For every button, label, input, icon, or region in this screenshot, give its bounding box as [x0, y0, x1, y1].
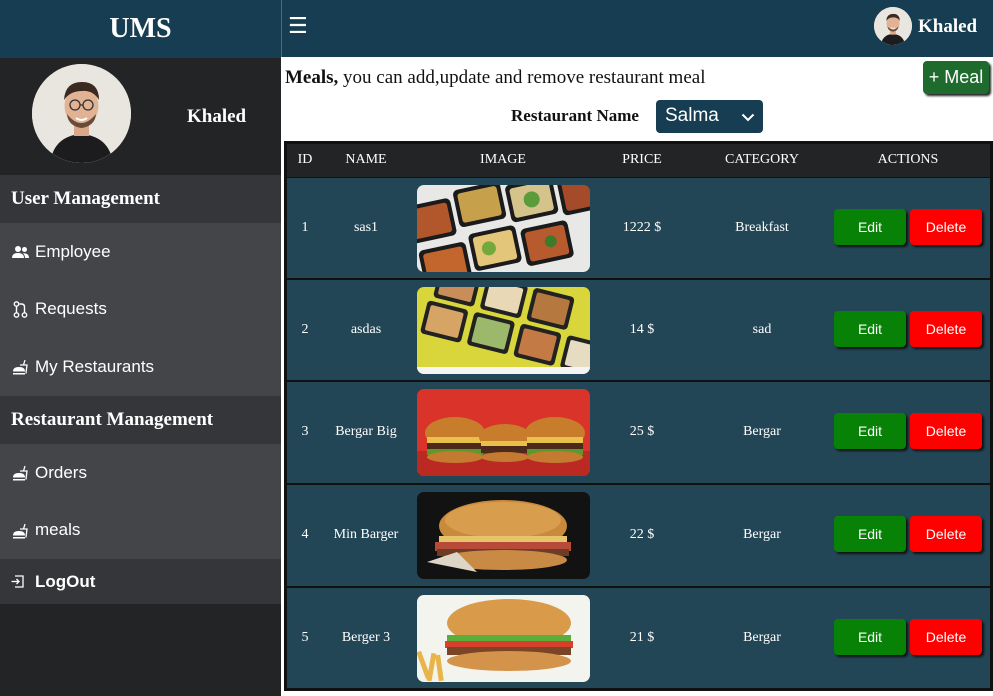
sidebar-item-meals[interactable]: meals [0, 502, 281, 560]
cell-id: 2 [301, 322, 309, 337]
people-icon [11, 243, 29, 261]
table-row: 1 sas1 1222 $ Breakfast Edit Delete [287, 178, 990, 278]
logout-icon [11, 574, 27, 590]
nav-restaurant-management: Orders meals [0, 444, 281, 559]
sidebar: UMS Khaled User Management Employee Requ… [0, 0, 281, 696]
nav-user-management: Employee Requests My Restaurants [0, 223, 281, 396]
meal-image [416, 491, 590, 579]
section-restaurant-management: Restaurant Management [0, 396, 281, 444]
column-header-image: IMAGE [480, 152, 526, 167]
sidebar-item-label: My Restaurants [35, 356, 155, 376]
edit-button[interactable]: Edit [834, 209, 906, 245]
sidebar-item-label: meals [35, 520, 81, 540]
cell-image [413, 178, 593, 278]
meal-image [416, 388, 590, 476]
column-header-actions: ACTIONS [877, 152, 939, 167]
table-row: 4 Min Barger 22 $ Bergar Edit Delete [287, 485, 990, 586]
logout-button[interactable]: LogOut [0, 559, 281, 604]
meal-image [416, 184, 590, 272]
restaurant-name-label: Restaurant Name [511, 106, 639, 125]
delete-button[interactable]: Delete [910, 311, 982, 347]
meal-image [416, 594, 590, 682]
cell-category: Bergar [743, 424, 781, 439]
cell-name: sas1 [353, 220, 379, 235]
food-icon [11, 358, 29, 376]
cell-price: 1222 $ [622, 220, 662, 235]
column-header-category: CATEGORY [725, 152, 799, 167]
top-bar: ☰ Khaled [281, 0, 993, 57]
add-meal-button[interactable]: + Meal [923, 61, 989, 94]
delete-button[interactable]: Delete [910, 209, 982, 245]
edit-button[interactable]: Edit [834, 311, 906, 347]
cell-category: Bergar [743, 630, 781, 645]
pull-request-icon [11, 300, 29, 318]
column-header-price: PRICE [622, 152, 662, 167]
table-row: 3 Bergar Big 25 $ Bergar Edit Delete [287, 382, 990, 483]
page-title: Meals, you can add,update and remove res… [285, 67, 705, 89]
cell-name: Min Barger [333, 527, 399, 542]
page-title-bold: Meals, [285, 67, 339, 88]
top-user-name[interactable]: Khaled [918, 16, 977, 38]
meal-image [416, 286, 590, 374]
sidebar-user-name: Khaled [187, 106, 247, 127]
app-brand[interactable]: UMS [0, 0, 281, 58]
logout-label: LogOut [35, 571, 96, 591]
edit-button[interactable]: Edit [834, 516, 906, 552]
cell-id: 3 [301, 424, 309, 439]
avatar[interactable] [874, 7, 912, 45]
sidebar-item-orders[interactable]: Orders [0, 444, 281, 502]
delete-button[interactable]: Delete [910, 619, 982, 655]
cell-image [413, 382, 593, 482]
cell-category: Bergar [743, 527, 781, 542]
edit-button[interactable]: Edit [834, 413, 906, 449]
hamburger-icon[interactable]: ☰ [288, 16, 308, 38]
cell-image [413, 588, 593, 688]
chevron-down-icon [741, 101, 755, 134]
cell-id: 1 [301, 220, 309, 235]
cell-name: Bergar Big [335, 424, 397, 439]
sidebar-item-my-restaurants[interactable]: My Restaurants [0, 338, 281, 396]
cell-image [413, 485, 593, 585]
cell-name: asdas [350, 322, 382, 337]
restaurant-select-value: Salma [665, 105, 719, 126]
sidebar-profile: Khaled [0, 58, 281, 175]
food-icon [11, 521, 29, 539]
delete-button[interactable]: Delete [910, 516, 982, 552]
cell-image [413, 280, 593, 380]
cell-price: 21 $ [629, 630, 655, 645]
cell-id: 5 [301, 630, 309, 645]
cell-category: sad [752, 322, 772, 337]
table-row: 5 Berger 3 21 $ Bergar Edit Delete [287, 588, 990, 688]
cell-price: 14 $ [629, 322, 655, 337]
avatar [32, 64, 131, 163]
sidebar-item-label: Employee [35, 241, 111, 261]
sidebar-item-employee[interactable]: Employee [0, 223, 281, 281]
food-icon [11, 464, 29, 482]
cell-category: Breakfast [735, 220, 789, 235]
column-header-name: NAME [345, 152, 387, 167]
restaurant-select[interactable]: Salma [656, 100, 763, 133]
sidebar-item-label: Requests [35, 299, 107, 319]
sidebar-item-label: Orders [35, 462, 87, 482]
meals-table: ID NAME IMAGE PRICE CATEGORY ACTIONS 1 s… [284, 141, 993, 691]
delete-button[interactable]: Delete [910, 413, 982, 449]
page-title-text: you can add,update and remove restaurant… [338, 67, 706, 88]
cell-id: 4 [301, 527, 309, 542]
cell-name: Berger 3 [341, 630, 391, 645]
table-header: ID NAME IMAGE PRICE CATEGORY ACTIONS [287, 144, 990, 177]
edit-button[interactable]: Edit [834, 619, 906, 655]
column-header-id: ID [297, 152, 313, 167]
table-row: 2 asdas 14 $ sad Edit Delete [287, 280, 990, 380]
cell-price: 25 $ [629, 424, 655, 439]
section-user-management: User Management [0, 175, 281, 223]
sidebar-item-requests[interactable]: Requests [0, 281, 281, 339]
cell-price: 22 $ [629, 527, 655, 542]
